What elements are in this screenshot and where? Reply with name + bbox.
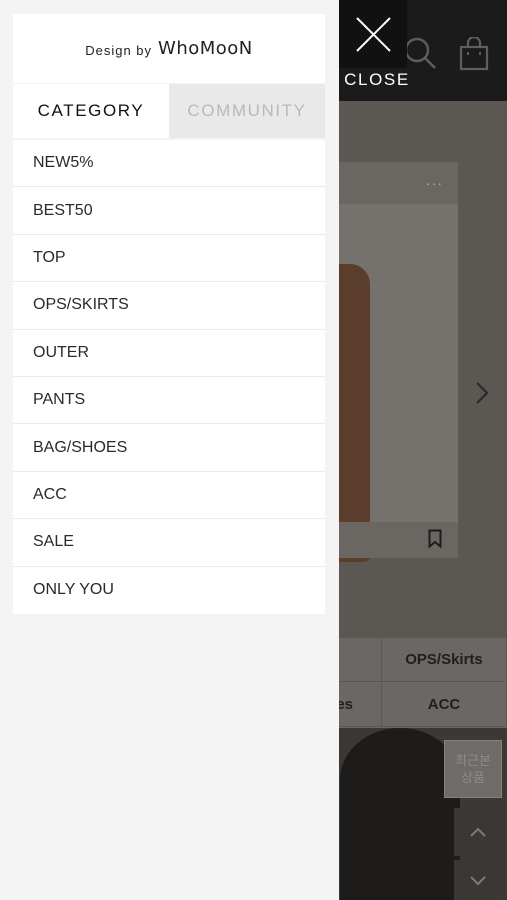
shopping-bag-icon <box>459 37 489 71</box>
brand-name: WhoMooN <box>158 38 253 59</box>
brand-prefix: Design by <box>85 42 153 58</box>
category-grid-cell: ACC <box>382 683 507 727</box>
bookmark-icon <box>428 529 442 548</box>
category-item-acc[interactable]: ACC <box>13 471 325 520</box>
category-item-sale[interactable]: SALE <box>13 519 325 567</box>
more-icon: ··· <box>426 175 443 191</box>
recent-products-label: 최근본 <box>455 753 491 768</box>
close-icon-box[interactable] <box>339 0 407 68</box>
search-icon <box>404 37 436 69</box>
category-list: NEW5% BEST50 TOP OPS/SKIRTS OUTER PANTS … <box>13 140 325 614</box>
tab-community[interactable]: COMMUNITY <box>169 84 325 138</box>
close-icon[interactable] <box>356 17 391 52</box>
category-item-bag-shoes[interactable]: BAG/SHOES <box>13 424 325 472</box>
category-item-top[interactable]: TOP <box>13 234 325 283</box>
category-item-outer[interactable]: OUTER <box>13 329 325 377</box>
scroll-top-button <box>454 808 502 856</box>
category-item-best50[interactable]: BEST50 <box>13 187 325 235</box>
close-label[interactable]: CLOSE <box>339 70 415 90</box>
category-item-pants[interactable]: PANTS <box>13 376 325 425</box>
side-menu-drawer: Design by WhoMooN CATEGORY COMMUNITY NEW… <box>0 0 339 900</box>
recent-products-button: 최근본 상품 <box>444 740 502 798</box>
chevron-down-icon <box>470 876 486 886</box>
category-item-new5[interactable]: NEW5% <box>13 140 325 188</box>
close-button[interactable]: CLOSE <box>339 0 408 101</box>
menu-tabs: CATEGORY COMMUNITY <box>13 84 325 138</box>
brand-logo[interactable]: Design by WhoMooN <box>13 14 325 83</box>
scroll-bottom-button <box>454 860 502 900</box>
category-grid-cell: OPS/Skirts <box>382 638 507 682</box>
banner-model <box>340 728 460 900</box>
category-item-only-you[interactable]: ONLY YOU <box>13 566 325 614</box>
tab-category[interactable]: CATEGORY <box>13 84 169 138</box>
category-item-ops-skirts[interactable]: OPS/SKIRTS <box>13 282 325 330</box>
recent-products-label: 상품 <box>461 770 485 785</box>
chevron-right-icon <box>476 382 489 404</box>
chevron-up-icon <box>470 827 486 837</box>
